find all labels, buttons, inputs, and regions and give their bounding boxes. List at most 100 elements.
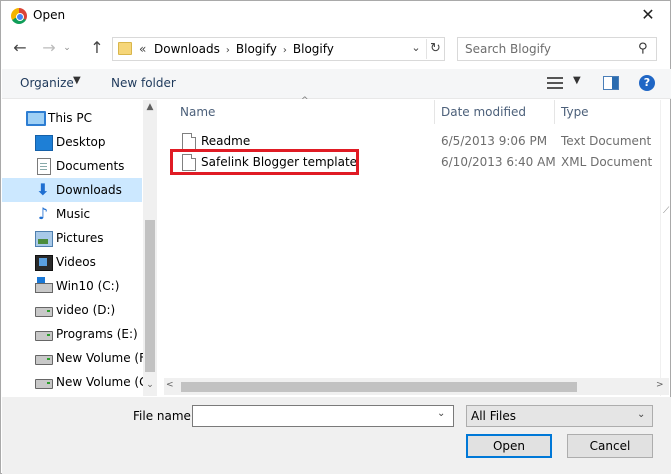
column-divider[interactable] (554, 100, 555, 124)
breadcrumb-separator: › (282, 45, 287, 56)
sidebar-item-label: Documents (56, 159, 125, 173)
resize-grip-icon[interactable]: ⟋ (663, 206, 669, 216)
chevron-down-icon[interactable]: ⌄ (409, 41, 423, 54)
sidebar-item-videos[interactable]: Videos (2, 250, 142, 274)
music-icon: ♪ (37, 204, 49, 223)
help-icon[interactable]: ? (639, 75, 655, 91)
scroll-right-icon[interactable]: > (656, 380, 664, 390)
file-date: 6/5/2013 9:06 PM (441, 134, 548, 148)
column-date-modified[interactable]: Date modified (441, 105, 526, 119)
downloads-icon: ⬇ (36, 180, 50, 199)
sidebar-item-documents[interactable]: Documents (2, 154, 142, 178)
close-button[interactable]: ✕ (635, 4, 661, 26)
sidebar-item-desktop[interactable]: Desktop (2, 130, 142, 154)
sidebar-item-label: Desktop (56, 135, 106, 149)
navigation-scrollbar[interactable]: ▲ ⌄ (143, 100, 157, 396)
scrollbar-thumb[interactable] (181, 382, 577, 392)
column-divider[interactable] (434, 100, 435, 124)
text-file-icon (182, 133, 196, 150)
sidebar-item-pictures[interactable]: Pictures (2, 226, 142, 250)
pictures-icon (35, 231, 53, 247)
new-folder-button[interactable]: New folder (111, 76, 176, 90)
documents-icon (37, 158, 51, 175)
search-input[interactable]: Search Blogify (465, 42, 551, 56)
sidebar-item-label: Videos (56, 255, 96, 269)
file-row-readme[interactable]: Readme 6/5/2013 9:06 PM Text Document (164, 131, 659, 151)
horizontal-scrollbar[interactable]: < > (164, 378, 669, 395)
breadcrumb-blogify-parent[interactable]: Blogify (236, 42, 277, 56)
scrollbar-thumb[interactable] (145, 220, 155, 372)
view-options-icon[interactable] (547, 76, 563, 90)
chrome-icon (11, 8, 27, 24)
forward-button[interactable]: → (39, 37, 59, 59)
scroll-down-icon[interactable]: ⌄ (143, 380, 157, 390)
sidebar-item-label: Music (56, 207, 91, 221)
sidebar-item-label: video (D:) (56, 303, 116, 317)
chevron-down-icon: ⌄ (637, 409, 646, 420)
file-type-filter[interactable]: All Files ⌄ (466, 405, 653, 427)
sidebar-item-label: New Volume (F:) (56, 351, 154, 365)
dialog-footer: File name: ⌄ All Files ⌄ Open Cancel (2, 397, 671, 474)
drive-icon (35, 355, 53, 365)
file-date: 6/10/2013 6:40 AM (441, 155, 556, 169)
open-dialog: Open ✕ ← → ⌄ ↑ « Downloads › Blogify › Blogi… (0, 0, 671, 474)
breadcrumb-downloads[interactable]: Downloads (154, 42, 220, 56)
address-bar[interactable]: « Downloads › Blogify › Blogify ⌄ ↻ (112, 37, 445, 61)
recent-locations-icon[interactable]: ⌄ (62, 37, 72, 59)
sidebar-item-label: Downloads (56, 183, 122, 197)
pane-divider (660, 100, 661, 396)
back-button[interactable]: ← (10, 37, 30, 59)
scroll-up-icon[interactable]: ▲ (143, 102, 157, 112)
drive-icon (35, 331, 53, 341)
windows-drive-icon (35, 277, 53, 293)
annotation-highlight-box (170, 149, 359, 175)
preview-pane-icon[interactable] (603, 76, 619, 90)
drive-icon (35, 307, 53, 317)
sidebar-item-label: Programs (E:) (56, 327, 138, 341)
file-name-input[interactable] (192, 405, 454, 427)
search-box[interactable]: Search Blogify ⚲ (457, 37, 657, 61)
drive-icon (35, 379, 53, 389)
sidebar-item-label: Pictures (56, 231, 104, 245)
column-headers: ^ Name Date modified Type (164, 96, 659, 124)
sidebar-item-label: This PC (48, 111, 92, 125)
up-button[interactable]: ↑ (87, 37, 107, 59)
view-caret-icon[interactable]: ▼ (573, 75, 581, 86)
sidebar-item-music[interactable]: ♪ Music (2, 202, 142, 226)
sidebar-item-video-d[interactable]: video (D:) (2, 298, 142, 322)
file-name-label: File name: (133, 409, 195, 423)
column-type[interactable]: Type (561, 105, 589, 119)
sidebar-item-new-volume-f[interactable]: New Volume (F:) (2, 346, 154, 370)
organize-caret-icon: ▼ (73, 75, 81, 86)
refresh-icon[interactable]: ↻ (426, 39, 444, 59)
breadcrumb-separator: › (225, 45, 230, 56)
file-name: Readme (201, 134, 251, 148)
folder-icon (118, 42, 132, 55)
breadcrumb: « Downloads › Blogify › Blogify (139, 42, 334, 56)
organize-button[interactable]: Organize (20, 76, 74, 90)
sidebar-item-this-pc[interactable]: This PC (2, 106, 142, 130)
breadcrumb-overflow[interactable]: « (139, 42, 146, 56)
navigation-pane: This PC Desktop Documents ⬇ Downloads ♪ … (2, 100, 157, 396)
sidebar-item-win10-c[interactable]: Win10 (C:) (2, 274, 142, 298)
breadcrumb-blogify[interactable]: Blogify (293, 42, 334, 56)
desktop-icon (35, 135, 53, 151)
file-type: XML Document (561, 155, 653, 169)
videos-icon (35, 255, 53, 271)
open-button[interactable]: Open (466, 434, 552, 458)
cancel-button[interactable]: Cancel (567, 434, 653, 458)
sidebar-item-new-volume-g[interactable]: New Volume (G: (2, 370, 152, 394)
computer-icon (26, 111, 46, 126)
sidebar-item-label: Win10 (C:) (56, 279, 120, 293)
search-icon: ⚲ (638, 41, 648, 56)
sidebar-item-label: New Volume (G: (56, 375, 153, 389)
column-name[interactable]: Name (180, 105, 215, 119)
command-bar: Organize ▼ New folder ▼ ? (2, 69, 671, 99)
sidebar-item-programs-e[interactable]: Programs (E:) (2, 322, 142, 346)
chevron-down-icon[interactable]: ⌄ (437, 408, 445, 419)
sort-ascending-icon: ^ (301, 96, 309, 106)
sidebar-item-downloads[interactable]: ⬇ Downloads (2, 178, 142, 202)
scroll-left-icon[interactable]: < (166, 380, 174, 390)
filter-value: All Files (471, 409, 517, 423)
file-type: Text Document (561, 134, 652, 148)
